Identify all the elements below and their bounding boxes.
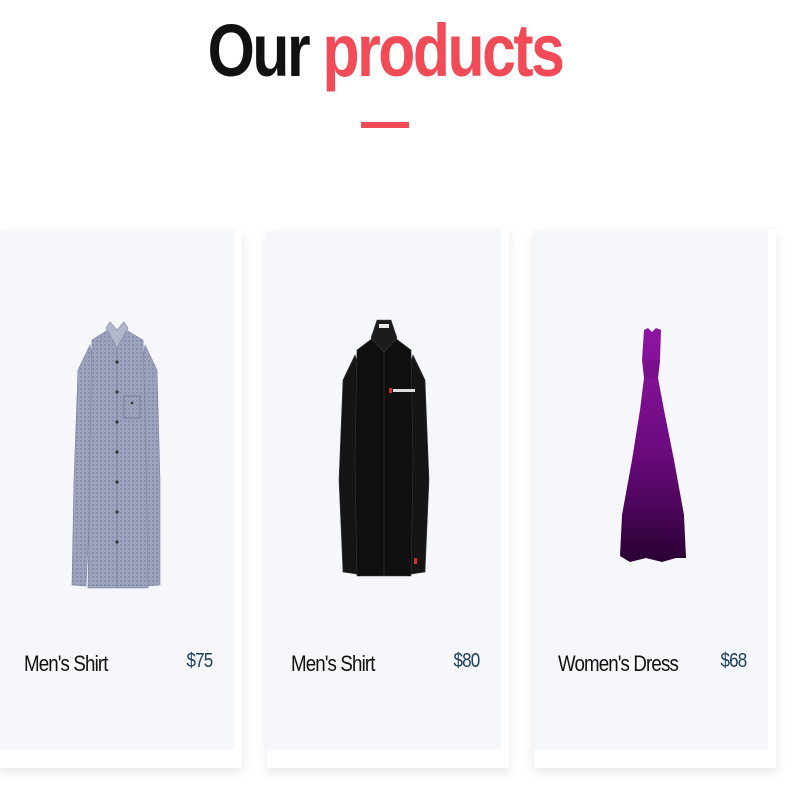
product-card-body[interactable]: Men's Shirt $75 <box>0 230 234 750</box>
product-price: $80 <box>453 650 480 672</box>
section-title-word1: Our <box>207 9 311 92</box>
product-image[interactable] <box>534 300 768 600</box>
product-card-body[interactable]: Women's Dress $68 <box>534 230 768 750</box>
grey-shirt-image <box>71 321 161 589</box>
black-shirt-image <box>338 319 430 577</box>
product-image[interactable] <box>267 300 501 600</box>
section-title-word2: products <box>322 9 565 92</box>
product-name: Men's Shirt <box>291 651 375 676</box>
product-name: Men's Shirt <box>24 651 108 676</box>
product-name: Women's Dress <box>558 651 679 676</box>
product-card-body[interactable]: Men's Shirt $80 <box>267 230 501 750</box>
products-page: Our products Men's Shirt $75 Men's Shirt… <box>0 0 800 800</box>
product-image[interactable] <box>0 300 234 600</box>
product-card[interactable]: Men's Shirt $75 <box>0 230 242 768</box>
product-price: $75 <box>186 650 213 672</box>
section-title: Our products <box>69 6 700 96</box>
purple-dress-image <box>620 328 686 562</box>
product-card[interactable]: Men's Shirt $80 <box>267 230 509 768</box>
title-underline <box>361 122 409 128</box>
product-price: $68 <box>720 650 747 672</box>
product-card[interactable]: Women's Dress $68 <box>534 230 776 768</box>
